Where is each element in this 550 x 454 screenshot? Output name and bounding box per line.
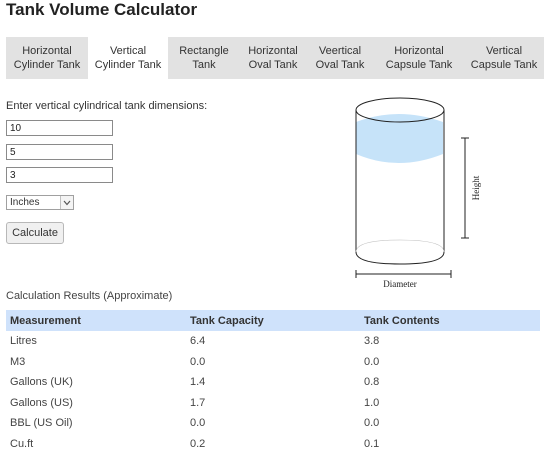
page-title: Tank Volume Calculator [6, 0, 197, 20]
table-row: BBL (US Oil) 0.0 0.0 [6, 413, 540, 434]
tab-horizontal-cylinder[interactable]: Horizontal Cylinder Tank [6, 37, 88, 79]
units-select[interactable]: Inches [6, 195, 74, 210]
measurement-cell: Litres [6, 331, 186, 352]
measurement-cell: BBL (US Oil) [6, 413, 186, 434]
tab-horizontal-oval[interactable]: Horizontal Oval Tank [240, 37, 306, 79]
results-table: Measurement Tank Capacity Tank Contents … [6, 310, 540, 454]
tab-vertical-cylinder[interactable]: Vertical Cylinder Tank [88, 37, 168, 79]
contents-cell: 3.8 [360, 331, 540, 352]
table-header-row: Measurement Tank Capacity Tank Contents [6, 310, 540, 331]
results-title: Calculation Results (Approximate) [6, 290, 172, 302]
contents-cell: 0.0 [360, 352, 540, 373]
contents-cell: 1.0 [360, 393, 540, 414]
column-header: Measurement [6, 310, 186, 331]
diameter-label: Diameter [383, 279, 416, 289]
measurement-cell: Gallons (US) [6, 393, 186, 414]
liquid-level-input[interactable] [6, 167, 113, 183]
units-select-value: Inches [10, 197, 39, 208]
tab-rectangle[interactable]: Rectangle Tank [168, 37, 240, 79]
contents-cell: 0.0 [360, 413, 540, 434]
table-row: Gallons (US) 1.7 1.0 [6, 393, 540, 414]
contents-cell: 0.1 [360, 434, 540, 454]
table-row: Litres 6.4 3.8 [6, 331, 540, 352]
chevron-down-icon [60, 196, 73, 209]
dimensions-prompt: Enter vertical cylindrical tank dimensio… [6, 100, 207, 112]
measurement-cell: Cu.ft [6, 434, 186, 454]
cylinder-bottom [356, 252, 444, 264]
diameter-input[interactable] [6, 144, 113, 160]
capacity-cell: 0.2 [186, 434, 360, 454]
vertical-cylinder-diagram: Height Diameter [340, 92, 500, 292]
tank-type-tabs: Horizontal Cylinder Tank Vertical Cylind… [6, 37, 544, 79]
contents-cell: 0.8 [360, 372, 540, 393]
tab-horizontal-capsule[interactable]: Horizontal Capsule Tank [374, 37, 464, 79]
tab-vertical-oval[interactable]: Veertical Oval Tank [306, 37, 374, 79]
measurement-cell: Gallons (UK) [6, 372, 186, 393]
measurement-cell: M3 [6, 352, 186, 373]
cylinder-bottom-back [356, 240, 444, 252]
capacity-cell: 0.0 [186, 413, 360, 434]
capacity-cell: 1.7 [186, 393, 360, 414]
capacity-cell: 0.0 [186, 352, 360, 373]
calculate-button[interactable]: Calculate [6, 222, 64, 244]
capacity-cell: 6.4 [186, 331, 360, 352]
capacity-cell: 1.4 [186, 372, 360, 393]
liquid-fill [356, 114, 443, 163]
column-header: Tank Capacity [186, 310, 360, 331]
table-row: Cu.ft 0.2 0.1 [6, 434, 540, 454]
column-header: Tank Contents [360, 310, 540, 331]
tab-vertical-capsule[interactable]: Vertical Capsule Tank [464, 37, 544, 79]
table-row: Gallons (UK) 1.4 0.8 [6, 372, 540, 393]
height-label: Height [471, 175, 481, 200]
table-row: M3 0.0 0.0 [6, 352, 540, 373]
height-input[interactable] [6, 120, 113, 136]
